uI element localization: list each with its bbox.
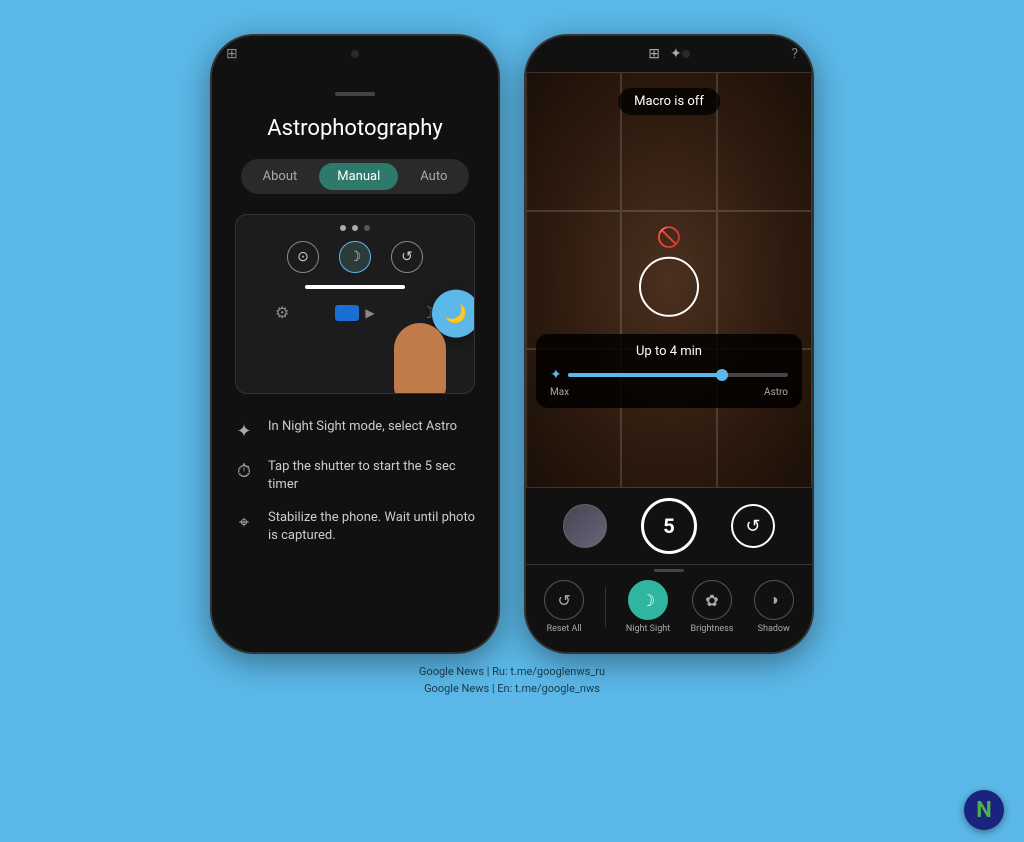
mode-night-sight[interactable]: ☽ Night Sight bbox=[626, 580, 670, 634]
cam-portrait-icon: ⊙ bbox=[287, 241, 319, 273]
tab-manual[interactable]: Manual bbox=[319, 163, 398, 190]
modes-row: ↺ Reset All ☽ Night Sight bbox=[526, 580, 812, 642]
cam-dots bbox=[236, 215, 474, 231]
right-sparkle-icon: ✦ bbox=[670, 46, 682, 62]
night-sight-label: Night Sight bbox=[626, 624, 670, 634]
n-logo: N bbox=[964, 790, 1004, 830]
cam-shutter-area: ▶ bbox=[335, 305, 374, 321]
astro-slider-track[interactable] bbox=[568, 373, 788, 377]
astro-slider-thumb bbox=[716, 369, 728, 381]
astro-slider-row: ✦ bbox=[550, 367, 788, 383]
cam-video-icon: ▶ bbox=[365, 306, 374, 320]
brightness-icon: ✿ bbox=[705, 591, 718, 610]
grid-cell-4 bbox=[526, 211, 621, 350]
finger-shape bbox=[394, 323, 446, 394]
tabs-row: About Manual Auto bbox=[241, 159, 470, 194]
footer: Google News | Ru: t.me/googlenws_ru Goog… bbox=[419, 664, 605, 697]
shutter-row: 5 ↺ bbox=[526, 498, 812, 554]
steps-list: ✦ In Night Sight mode, select Astro ⏱ Ta… bbox=[212, 418, 498, 545]
focus-circle bbox=[639, 257, 699, 317]
slider-label-astro: Astro bbox=[764, 387, 788, 398]
astro-slider-icon: ✦ bbox=[550, 367, 562, 383]
brightness-icon-circle: ✿ bbox=[692, 580, 732, 620]
astro-plus-icon: 🌙 bbox=[445, 303, 467, 324]
cam-gear-icon: ⚙ bbox=[275, 303, 289, 322]
right-phone-content: Macro is off 🚫 Up to 4 min ✦ bbox=[526, 72, 812, 652]
cam-icons-row: ⊙ ☽ ↺ bbox=[236, 241, 474, 273]
cam-night-icon: ☽ bbox=[339, 241, 371, 273]
thumbnail-circle[interactable] bbox=[563, 504, 607, 548]
left-phone-top-bar: ⊞ bbox=[212, 36, 498, 72]
no-macro-icon: 🚫 bbox=[657, 225, 682, 249]
right-top-icons: ⊞ ✦ bbox=[648, 46, 681, 62]
right-phone-top-bar: ⊞ ✦ ? bbox=[526, 36, 812, 72]
macro-off-text: Macro is off bbox=[634, 94, 704, 109]
grid-cell-3 bbox=[717, 72, 812, 211]
tab-auto[interactable]: Auto bbox=[402, 163, 465, 190]
astro-slider-fill bbox=[568, 373, 722, 377]
shadow-icon-circle: ◑ bbox=[754, 580, 794, 620]
viewfinder[interactable]: Macro is off 🚫 Up to 4 min ✦ bbox=[526, 72, 812, 488]
step-1: ✦ In Night Sight mode, select Astro bbox=[232, 418, 478, 444]
right-phone: ⊞ ✦ ? bbox=[524, 34, 814, 654]
tab-about[interactable]: About bbox=[245, 163, 316, 190]
step-3-text: Stabilize the phone. Wait until photo is… bbox=[268, 509, 478, 545]
night-sight-icon-circle: ☽ bbox=[628, 580, 668, 620]
mode-brightness[interactable]: ✿ Brightness bbox=[691, 580, 734, 634]
left-phone: ⊞ Astrophotography About Manual Auto bbox=[210, 34, 500, 654]
mode-shadow[interactable]: ◑ Shadow bbox=[754, 580, 794, 634]
help-icon[interactable]: ? bbox=[791, 46, 798, 62]
mode-handle bbox=[654, 569, 684, 572]
slider-label-max: Max bbox=[550, 387, 569, 398]
shadow-icon: ◑ bbox=[769, 590, 779, 610]
right-grid-icon: ⊞ bbox=[648, 46, 660, 62]
camera-illustration: ⊙ ☽ ↺ ⚙ ▶ ☽ bbox=[235, 214, 475, 394]
cam-dot-3 bbox=[364, 225, 370, 231]
slider-labels: Max Astro bbox=[550, 387, 788, 398]
mode-divider-1 bbox=[605, 587, 606, 627]
macro-off-badge: Macro is off bbox=[618, 88, 720, 115]
phones-container: ⊞ Astrophotography About Manual Auto bbox=[190, 14, 834, 654]
step-1-text: In Night Sight mode, select Astro bbox=[268, 418, 457, 436]
focus-circle-container: 🚫 bbox=[639, 225, 699, 317]
footer-line-1: Google News | Ru: t.me/googlenws_ru bbox=[419, 664, 605, 681]
astro-controls: Up to 4 min ✦ Max Astro bbox=[536, 334, 802, 408]
step-2: ⏱ Tap the shutter to start the 5 sec tim… bbox=[232, 458, 478, 494]
stabilize-icon: ⌖ bbox=[232, 510, 256, 535]
footer-line-2: Google News | En: t.me/google_nws bbox=[419, 681, 605, 698]
shutter-number: 5 bbox=[663, 514, 674, 538]
right-camera-dot bbox=[682, 50, 690, 58]
rotate-button[interactable]: ↺ bbox=[731, 504, 775, 548]
timer-icon: ⏱ bbox=[232, 459, 256, 484]
mode-bar-divider bbox=[526, 564, 812, 565]
left-camera-dot bbox=[351, 50, 359, 58]
step-2-text: Tap the shutter to start the 5 sec timer bbox=[268, 458, 478, 494]
duration-text: Up to 4 min bbox=[550, 344, 788, 359]
left-phone-content: Astrophotography About Manual Auto bbox=[212, 72, 498, 652]
step-3: ⌖ Stabilize the phone. Wait until photo … bbox=[232, 509, 478, 545]
cam-photo-icon bbox=[335, 305, 359, 321]
night-sight-icon: ☽ bbox=[641, 591, 655, 610]
cam-dot-2 bbox=[352, 225, 358, 231]
reset-all-icon-circle: ↺ bbox=[544, 580, 584, 620]
sheet-handle bbox=[335, 92, 375, 96]
cam-slider bbox=[305, 285, 405, 289]
grid-cell-6 bbox=[717, 211, 812, 350]
reset-all-label: Reset All bbox=[547, 624, 582, 634]
bottom-camera-controls: 5 ↺ ↺ Reset All bbox=[526, 488, 812, 652]
left-phone-grid-icon: ⊞ bbox=[226, 46, 238, 62]
reset-all-icon: ↺ bbox=[557, 591, 570, 610]
grid-cell-1 bbox=[526, 72, 621, 211]
sparkle-icon: ✦ bbox=[232, 419, 256, 444]
astro-title: Astrophotography bbox=[267, 116, 442, 141]
finger-illustration bbox=[394, 323, 464, 394]
brightness-label: Brightness bbox=[691, 624, 734, 634]
shadow-label: Shadow bbox=[758, 624, 790, 634]
shutter-button[interactable]: 5 bbox=[641, 498, 697, 554]
cam-rotate-icon: ↺ bbox=[391, 241, 423, 273]
cam-dot-1 bbox=[340, 225, 346, 231]
rotate-icon: ↺ bbox=[745, 516, 760, 537]
mode-reset-all[interactable]: ↺ Reset All bbox=[544, 580, 584, 634]
